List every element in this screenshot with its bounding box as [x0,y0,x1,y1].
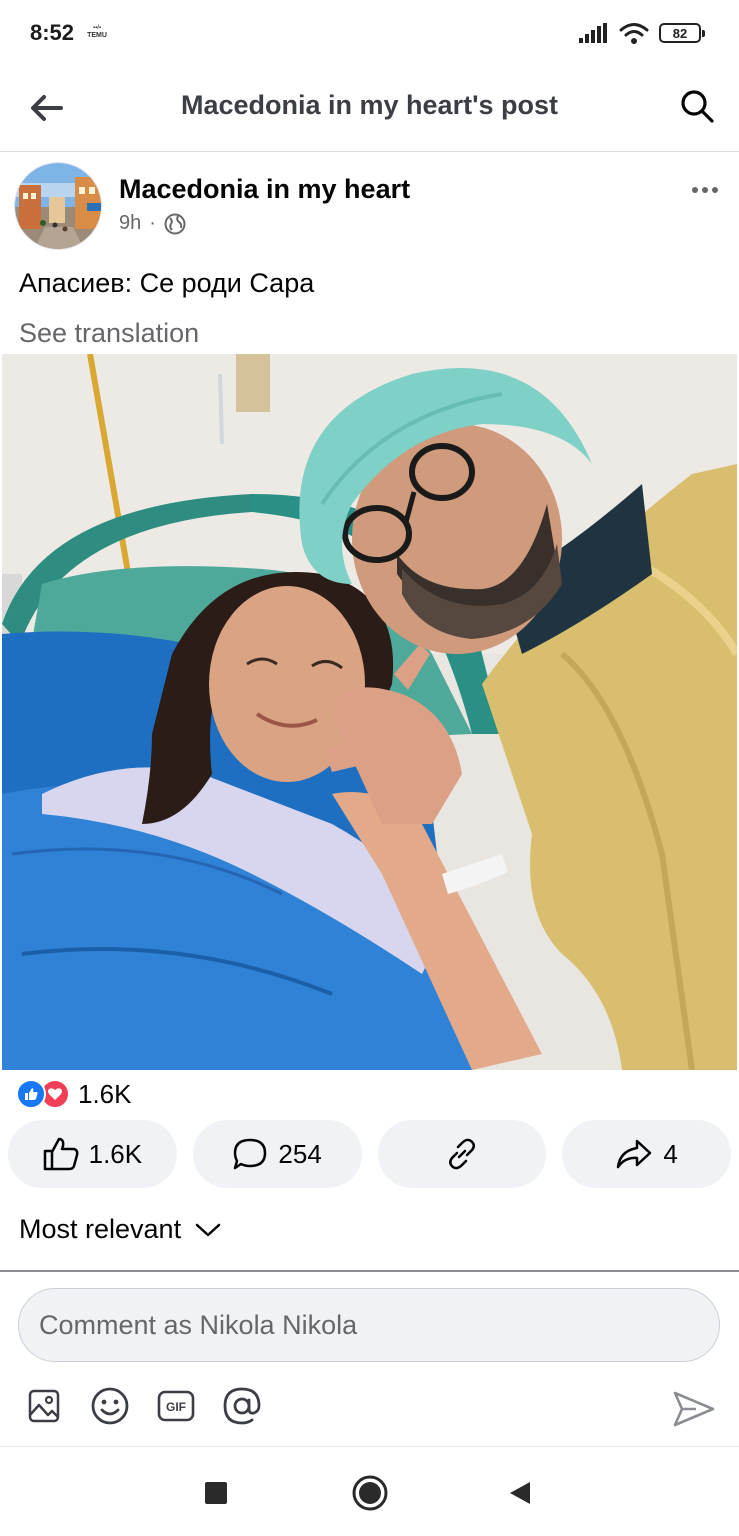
reactions-summary[interactable]: 1.6K [16,1078,132,1110]
post-meta: 9h · [119,212,186,235]
gif-button[interactable]: GIF [156,1386,196,1426]
hospital-photo-image [2,354,737,1070]
search-button[interactable] [675,84,719,128]
comment-bubble-icon [234,1138,267,1170]
share-arrow-icon [617,1139,652,1169]
battery-indicator: 82 [659,23,705,43]
image-icon [28,1389,60,1423]
composer-tools: GIF [24,1386,262,1426]
more-dot [712,187,718,193]
comment-sort-dropdown[interactable]: Most relevant [19,1214,221,1245]
send-icon [673,1391,715,1427]
thumbs-up-icon [43,1137,79,1171]
home-circle-icon [352,1475,388,1511]
square-icon [205,1482,227,1504]
system-navigation-bar [0,1446,739,1536]
divider [0,1270,739,1272]
reaction-count: 1.6K [78,1078,132,1109]
more-dot [702,187,708,193]
gif-icon: GIF [157,1390,195,1422]
photo-button[interactable] [24,1386,64,1426]
search-icon [681,90,714,123]
like-count: 1.6K [88,1138,143,1169]
recents-button[interactable] [196,1473,236,1513]
svg-text:GIF: GIF [166,1400,186,1414]
at-sign-icon [223,1387,261,1425]
status-icons: 82 [579,20,705,46]
comment-placeholder: Comment as Nikola Nikola [39,1309,358,1340]
home-button[interactable] [350,1473,390,1513]
comment-input[interactable]: Comment as Nikola Nikola [18,1288,720,1362]
page-title: Macedonia in my heart's post [180,90,558,120]
post-photo[interactable] [2,354,737,1070]
comment-count: 254 [278,1138,322,1169]
page-header: Macedonia in my heart's post [0,66,739,152]
share-count: 4 [663,1138,678,1169]
mention-button[interactable] [222,1386,262,1426]
post-actions: 1.6K 254 4 [8,1120,731,1188]
post-time[interactable]: 9h [119,212,141,235]
like-button[interactable]: 1.6K [8,1120,177,1188]
chevron-down-icon [195,1223,221,1236]
like-reaction-icon [16,1079,46,1109]
wifi-icon [619,23,649,44]
globe-icon [164,213,186,234]
status-time: 8:52 [30,20,75,45]
battery-level: 82 [672,25,688,41]
send-button[interactable] [671,1386,717,1432]
temu-notification-icon: ▪▪/▪ TEMU [87,25,107,39]
meta-separator: · [149,212,156,234]
see-translation-link[interactable]: See translation [19,318,199,349]
comment-button[interactable]: 254 [192,1120,362,1188]
emoji-button[interactable] [90,1386,130,1426]
more-dot [692,187,698,193]
sort-label: Most relevant [19,1214,182,1244]
signal-icon [579,23,607,43]
page-avatar[interactable] [14,162,102,250]
system-back-button[interactable] [500,1473,540,1513]
post-text: Апасиев: Се роди Сара [19,268,315,298]
smiley-icon [91,1387,129,1425]
arrow-left-icon [31,95,63,121]
share-button[interactable]: 4 [562,1120,731,1188]
copy-link-button[interactable] [377,1120,547,1188]
post-author-name[interactable]: Macedonia in my heart [119,174,410,205]
link-icon [448,1138,475,1170]
status-bar: 8:52 ▪▪/▪ TEMU 82 [0,0,739,66]
triangle-back-icon [510,1482,530,1504]
avatar-street-image [15,163,101,249]
post-more-options-button[interactable] [685,176,725,204]
back-button[interactable] [26,88,66,128]
